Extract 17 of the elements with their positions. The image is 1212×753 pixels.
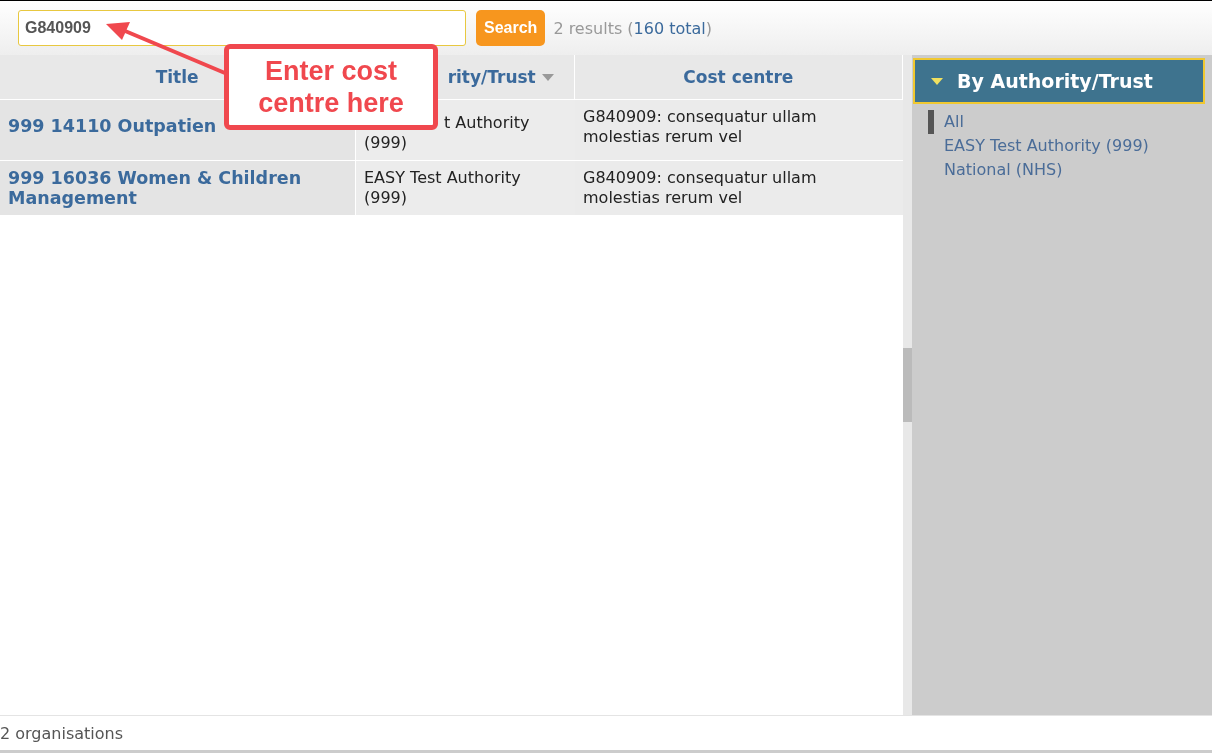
facet-header[interactable]: By Authority/Trust	[913, 58, 1205, 104]
status-text: 2 organisations	[0, 715, 1212, 753]
callout-tooltip: Enter cost centre here	[224, 44, 438, 130]
table-cell-text: G840909: consequatur ullam molestias rerum vel	[582, 106, 818, 148]
column-header[interactable]: rity/Trust	[447, 67, 554, 87]
results-count: 2 results (160 total)	[553, 18, 713, 38]
facet-item[interactable]: National (NHS)	[928, 158, 1063, 182]
scrollbar-thumb[interactable]	[903, 348, 912, 422]
column-header[interactable]: Title	[155, 67, 199, 87]
table-cell-text: G840909: consequatur ullam molestias rerum vel	[582, 167, 818, 209]
column-header[interactable]: Cost centre	[683, 67, 794, 87]
total-link[interactable]: 160 total	[633, 18, 706, 38]
title-link[interactable]: 999 14110 Outpatien	[8, 116, 217, 136]
search-field[interactable]: G840909	[18, 10, 466, 46]
facet-item[interactable]: EASY Test Authority (999)	[928, 134, 1149, 158]
sort-caret-icon	[541, 74, 554, 82]
facet-item[interactable]: All	[928, 110, 964, 134]
